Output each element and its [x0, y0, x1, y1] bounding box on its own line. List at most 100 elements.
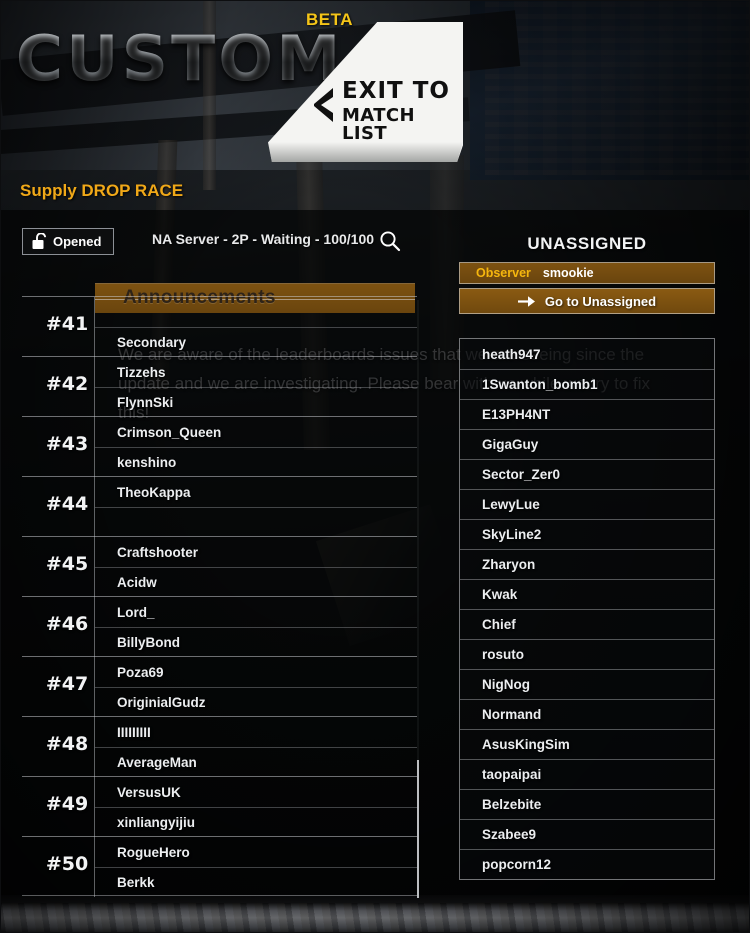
team-number: #48 [45, 733, 89, 755]
unassigned-player-item[interactable]: rosuto [460, 639, 714, 669]
team-row: #50 RogueHero Berkk [22, 836, 417, 897]
unassigned-player-item[interactable]: Normand [460, 699, 714, 729]
team-row: #44 TheoKappa [22, 476, 417, 537]
team-player-slot[interactable]: FlynnSki [95, 387, 417, 417]
team-row: #48 IIIIIIIII AverageMan [22, 716, 417, 777]
team-player-slot[interactable]: Secondary [95, 327, 417, 357]
team-player-name: OriginialGudz [117, 695, 206, 710]
team-slots: RogueHero Berkk [95, 837, 417, 897]
unassigned-player-item[interactable]: 1Swanton_bomb1 [460, 369, 714, 399]
team-player-name: Berkk [117, 875, 155, 890]
unassigned-player-name: LewyLue [482, 497, 540, 512]
team-player-name: TheoKappa [117, 484, 191, 500]
unassigned-player-item[interactable]: AsusKingSim [460, 729, 714, 759]
search-icon [380, 231, 401, 252]
team-player-slot[interactable]: Berkk [95, 867, 417, 897]
team-number: #45 [45, 553, 89, 575]
go-to-unassigned-button[interactable]: Go to Unassigned [459, 288, 715, 314]
header: CUSTOM BETA EXIT TO MATCH LIST Supply DR… [0, 0, 750, 200]
team-player-slot[interactable]: Tizzehs [95, 357, 417, 387]
exit-banner-line1: EXIT TO [342, 78, 450, 104]
team-slots: Secondary [95, 297, 417, 357]
unassigned-player-item[interactable]: NigNog [460, 669, 714, 699]
unassigned-player-name: taopaipai [482, 767, 542, 782]
team-player-slot[interactable]: xinliangyijiu [95, 807, 417, 837]
unassigned-player-item[interactable]: Chief [460, 609, 714, 639]
unassigned-player-item[interactable]: taopaipai [460, 759, 714, 789]
team-number: #42 [45, 373, 89, 395]
team-player-slot[interactable]: kenshino [95, 447, 417, 477]
server-info-text: NA Server - 2P - Waiting - 100/100 [152, 231, 375, 247]
team-player-name: VersusUK [117, 784, 181, 800]
team-player-name: Lord_ [117, 604, 155, 620]
unassigned-player-name: 1Swanton_bomb1 [482, 377, 598, 392]
lobby-lock-label: Opened [53, 234, 102, 249]
team-number: #49 [45, 793, 89, 815]
unassigned-player-name: Normand [482, 707, 542, 722]
unassigned-player-item[interactable]: GigaGuy [460, 429, 714, 459]
arrow-right-icon [517, 295, 535, 307]
team-player-name: Crimson_Queen [117, 424, 222, 440]
unassigned-player-item[interactable]: Belzebite [460, 789, 714, 819]
unassigned-player-name: Belzebite [482, 797, 542, 812]
unassigned-player-name: Sector_Zer0 [482, 467, 561, 482]
observer-name: smookie [542, 266, 594, 280]
team-empty-slot [95, 507, 417, 537]
team-player-slot[interactable]: Acidw [95, 567, 417, 597]
unassigned-player-name: Chief [482, 617, 516, 632]
unassigned-title: UNASSIGNED [527, 234, 647, 253]
team-player-slot[interactable]: VersusUK [95, 777, 417, 807]
team-player-slot[interactable]: Poza69 [95, 657, 417, 687]
team-row: #46 Lord_ BillyBond [22, 596, 417, 657]
team-player-slot[interactable]: IIIIIIIII [95, 717, 417, 747]
unassigned-player-item[interactable]: E13PH4NT [460, 399, 714, 429]
team-slots: Lord_ BillyBond [95, 597, 417, 657]
team-row: #45 Craftshooter Acidw [22, 536, 417, 597]
unassigned-player-item[interactable]: Szabee9 [460, 819, 714, 849]
unassigned-player-item[interactable]: popcorn12 [460, 849, 714, 879]
unassigned-player-name: SkyLine2 [482, 527, 542, 542]
unassigned-player-name: GigaGuy [482, 437, 539, 452]
unlocked-padlock-icon [32, 233, 47, 249]
team-row: #49 VersusUK xinliangyijiu [22, 776, 417, 837]
team-player-slot[interactable]: Crimson_Queen [95, 417, 417, 447]
unassigned-player-item[interactable]: Zharyon [460, 549, 714, 579]
unassigned-player-list: heath947 1Swanton_bomb1 E13PH4NT GigaGuy Sec… [459, 338, 715, 880]
game-mode-label: Supply DROP RACE [20, 181, 184, 200]
team-player-slot[interactable]: AverageMan [95, 747, 417, 777]
teams-scrollbar-thumb[interactable] [417, 760, 419, 898]
team-player-slot[interactable]: Craftshooter [95, 537, 417, 567]
observer-row[interactable]: Observer smookie [459, 262, 715, 284]
team-player-name: IIIIIIIII [117, 724, 151, 740]
unassigned-player-name: E13PH4NT [482, 407, 551, 422]
unassigned-player-item[interactable]: heath947 [460, 339, 714, 369]
unassigned-player-name: NigNog [482, 677, 530, 692]
team-row: #42 Tizzehs FlynnSki [22, 356, 417, 417]
team-player-name: AverageMan [117, 755, 197, 770]
team-player-slot[interactable]: BillyBond [95, 627, 417, 657]
unassigned-player-item[interactable]: LewyLue [460, 489, 714, 519]
lobby-lock-toggle[interactable]: Opened [22, 228, 115, 255]
unassigned-player-name: Kwak [482, 587, 518, 602]
unassigned-player-item[interactable]: SkyLine2 [460, 519, 714, 549]
team-empty-slot [95, 297, 417, 327]
team-player-slot[interactable]: OriginialGudz [95, 687, 417, 717]
team-player-slot[interactable]: RogueHero [95, 837, 417, 867]
team-player-slot[interactable]: Lord_ [95, 597, 417, 627]
unassigned-player-name: Szabee9 [482, 827, 537, 842]
search-button[interactable] [379, 230, 401, 257]
team-player-name: Craftshooter [117, 544, 199, 560]
team-number: #47 [45, 673, 89, 695]
team-slots: Craftshooter Acidw [95, 537, 417, 597]
team-player-slot[interactable]: TheoKappa [95, 477, 417, 507]
unassigned-player-item[interactable]: Kwak [460, 579, 714, 609]
team-slots: Crimson_Queen kenshino [95, 417, 417, 477]
exit-banner-text: EXIT TO MATCH LIST [342, 80, 458, 143]
exit-to-match-list-button[interactable]: EXIT TO MATCH LIST [268, 22, 463, 162]
unassigned-player-item[interactable]: Sector_Zer0 [460, 459, 714, 489]
team-row: #47 Poza69 OriginialGudz [22, 656, 417, 717]
exit-banner-line2: MATCH LIST [342, 105, 415, 144]
unassigned-panel: UNASSIGNED Observer smookie Go to Unassi… [459, 234, 715, 880]
team-row: #43 Crimson_Queen kenshino [22, 416, 417, 477]
team-player-name: xinliangyijiu [117, 815, 196, 830]
